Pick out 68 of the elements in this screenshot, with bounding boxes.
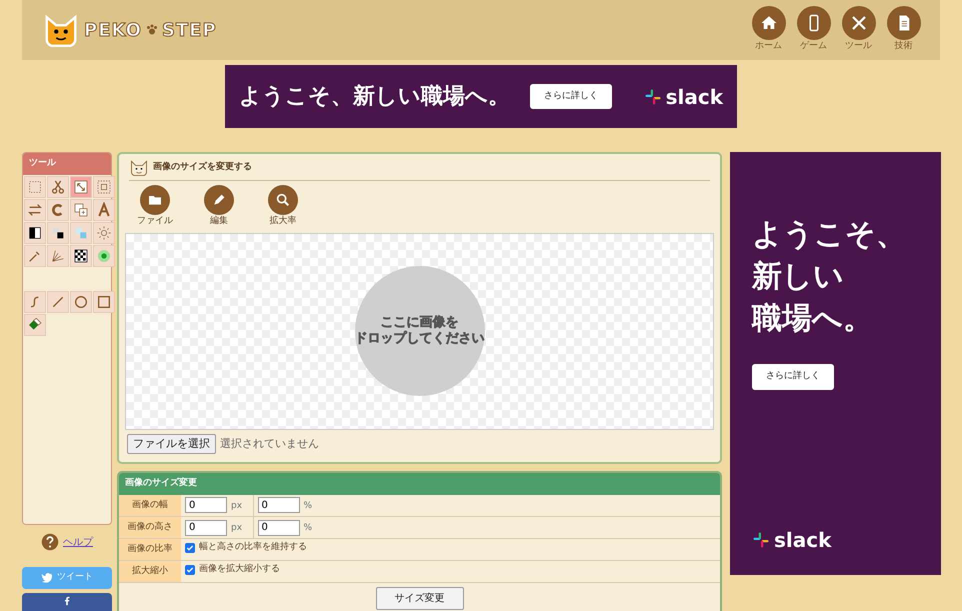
- tool-button[interactable]: [70, 244, 92, 266]
- percent-field[interactable]: 0: [258, 520, 300, 536]
- square-icon: [96, 294, 112, 310]
- search-icon: [275, 192, 291, 208]
- ad-headline: ようこそ、: [752, 216, 906, 254]
- brand-logo: slack: [644, 82, 723, 112]
- letter-f-icon: [62, 596, 72, 606]
- cat-face-icon: [129, 158, 149, 178]
- copy-plus-icon: [73, 202, 89, 218]
- sun-icon: [96, 224, 112, 240]
- ad-headline: 職場へ。: [752, 300, 873, 338]
- logo-text: PEKO: [84, 18, 142, 42]
- file-button[interactable]: ファイルを選択: [127, 434, 216, 454]
- checkerboard-icon: [73, 248, 89, 264]
- question-icon: [41, 533, 59, 551]
- dashed-square-icon: [96, 178, 112, 194]
- ad-button[interactable]: さらに詳しく: [752, 364, 834, 390]
- width-field[interactable]: 0: [185, 497, 227, 514]
- checkbox[interactable]: [185, 565, 195, 576]
- toolbar-button[interactable]: 拡大率: [255, 185, 311, 228]
- brand-logo: slack: [752, 525, 832, 555]
- slack-logo-icon: [644, 88, 662, 106]
- radiating-lines-icon: [50, 248, 66, 264]
- row-label: 画像の幅: [119, 494, 181, 516]
- width-field[interactable]: 0: [185, 520, 227, 536]
- ad-headline: ようこそ、新しい職場へ。: [239, 83, 510, 111]
- panel-title: ツール: [23, 153, 111, 174]
- glowing-dot-icon: [96, 248, 112, 264]
- toolbar-button[interactable]: 編集: [191, 185, 247, 228]
- unit-label: px: [231, 523, 242, 533]
- toolbar-button[interactable]: ファイル: [127, 185, 183, 228]
- percent-field[interactable]: 0: [258, 497, 300, 514]
- file-status: 選択されていません: [220, 436, 319, 452]
- check-icon: [186, 544, 194, 552]
- paw-icon: [146, 24, 158, 36]
- help-link[interactable]: ヘルプ: [63, 534, 93, 550]
- check-icon: [186, 566, 194, 574]
- unit-label: px: [231, 500, 242, 511]
- tool-button[interactable]: [47, 222, 69, 244]
- dashed-square-icon: [27, 178, 43, 194]
- layered-squares-icon: [50, 224, 66, 240]
- submit-button[interactable]: サイズ変更: [376, 587, 464, 610]
- checkbox-label: 画像を拡大縮小する: [199, 563, 280, 576]
- scissors-icon: [50, 178, 66, 194]
- panel-title: 画像のサイズ変更: [119, 473, 720, 494]
- unit-label: %: [304, 523, 312, 533]
- checkbox[interactable]: [185, 543, 195, 554]
- drop-hint: ここに画像を: [380, 315, 458, 330]
- eraser-icon: [27, 316, 43, 332]
- contrast-icon: [27, 224, 43, 240]
- row-label: 画像の比率: [119, 538, 181, 560]
- swap-arrows-icon: [27, 202, 43, 218]
- row-label: 画像の高さ: [119, 516, 181, 538]
- ad-button[interactable]: さらに詳しく: [530, 84, 612, 110]
- tool-button[interactable]: [24, 222, 46, 244]
- blurred-squares-icon: [73, 224, 89, 240]
- checkbox-label: 幅と高さの比率を維持する: [199, 541, 307, 554]
- letter-a-icon: [96, 202, 112, 218]
- circle-icon: [73, 294, 89, 310]
- drop-hint: ドロップしてください: [354, 331, 484, 347]
- drop-zone[interactable]: ここに画像を ドロップしてください: [125, 232, 714, 430]
- slack-logo-icon: [752, 531, 770, 549]
- bird-icon: [41, 572, 53, 584]
- logo-text: STEP: [162, 18, 217, 42]
- ad-headline: 新しい: [752, 258, 844, 296]
- unit-label: %: [304, 500, 312, 511]
- panel-title: 画像のサイズを変更する: [153, 161, 252, 174]
- row-label: 拡大縮小: [119, 560, 181, 582]
